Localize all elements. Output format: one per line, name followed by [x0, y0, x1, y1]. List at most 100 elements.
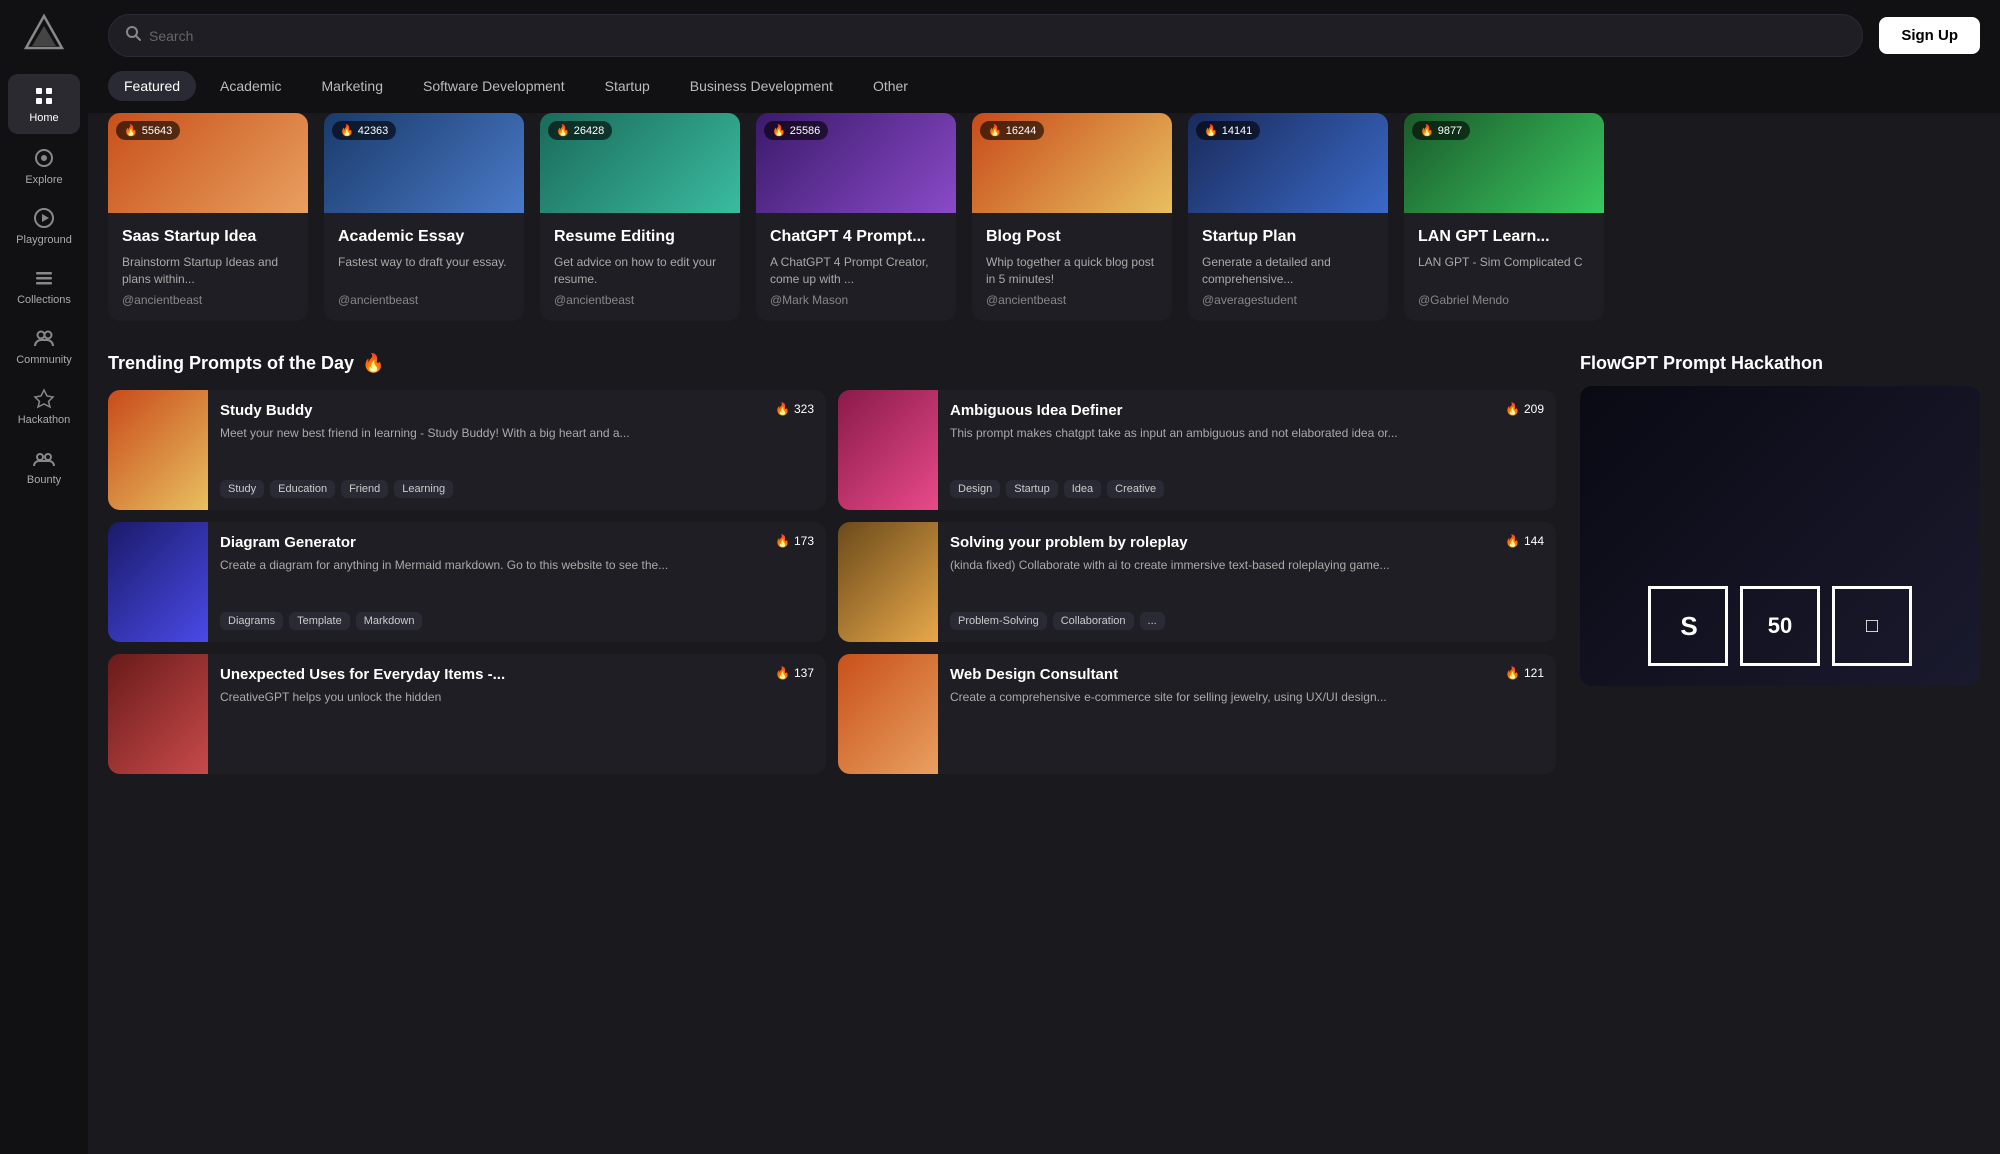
trending-card[interactable]: Unexpected Uses for Everyday Items -... …: [108, 654, 826, 774]
card-likes: 🔥 26428: [548, 121, 612, 140]
hackathon-logos: S 50 □: [1628, 566, 1932, 686]
sidebar-item-playground[interactable]: Playground: [0, 196, 88, 256]
tab-software[interactable]: Software Development: [407, 71, 581, 101]
featured-cards-container: 🔥 55643 Saas Startup Idea Brainstorm Sta…: [108, 113, 1980, 329]
sidebar-item-bounty[interactable]: Bounty: [0, 436, 88, 496]
featured-card[interactable]: 🔥 55643 Saas Startup Idea Brainstorm Sta…: [108, 113, 308, 321]
fire-icon: 🔥: [340, 124, 354, 137]
card-desc: Generate a detailed and comprehensive...: [1202, 254, 1374, 288]
trending-card-likes: 🔥 209: [1505, 402, 1544, 416]
featured-card[interactable]: 🔥 9877 LAN GPT Learn... LAN GPT - Sim Co…: [1404, 113, 1604, 321]
tag: Design: [950, 480, 1000, 498]
card-desc: A ChatGPT 4 Prompt Creator, come up with…: [770, 254, 942, 288]
featured-card[interactable]: 🔥 25586 ChatGPT 4 Prompt... A ChatGPT 4 …: [756, 113, 956, 321]
tab-startup[interactable]: Startup: [589, 71, 666, 101]
trending-card-desc: Create a diagram for anything in Mermaid…: [220, 557, 814, 574]
sidebar-community-label: Community: [16, 354, 72, 366]
card-author: @ancientbeast: [122, 293, 294, 307]
fire-icon: 🔥: [1204, 124, 1218, 137]
fire-icon: 🔥: [1505, 666, 1520, 680]
signup-button[interactable]: Sign Up: [1879, 17, 1980, 54]
fire-icon: 🔥: [1505, 534, 1520, 548]
trending-card[interactable]: Diagram Generator Create a diagram for a…: [108, 522, 826, 642]
bounty-icon: [32, 446, 56, 470]
trending-card[interactable]: Ambiguous Idea Definer This prompt makes…: [838, 390, 1556, 510]
card-title: Saas Startup Idea: [122, 227, 294, 248]
sidebar-explore-label: Explore: [25, 174, 62, 186]
card-title: Resume Editing: [554, 227, 726, 248]
sidebar-item-home[interactable]: Home: [8, 74, 80, 134]
tag: Friend: [341, 480, 388, 498]
hackathon-box[interactable]: S 50 □: [1580, 386, 1980, 686]
search-icon: [125, 25, 141, 46]
trending-card[interactable]: Solving your problem by roleplay (kinda …: [838, 522, 1556, 642]
search-input[interactable]: [149, 28, 1846, 44]
trending-card-likes: 🔥 137: [775, 666, 814, 680]
community-icon: [32, 326, 56, 350]
trending-card-desc: Create a comprehensive e-commerce site f…: [950, 689, 1544, 706]
tag: Template: [289, 612, 350, 630]
trending-emoji: 🔥: [362, 353, 384, 374]
featured-card[interactable]: 🔥 42363 Academic Essay Fastest way to dr…: [324, 113, 524, 321]
fire-icon: 🔥: [1420, 124, 1434, 137]
sidebar-item-collections[interactable]: Collections: [0, 256, 88, 316]
trending-card-title: Solving your problem by roleplay: [950, 534, 1544, 551]
trending-grid: Study Buddy Meet your new best friend in…: [108, 390, 1556, 774]
trending-card-desc: (kinda fixed) Collaborate with ai to cre…: [950, 557, 1544, 574]
sidebar-item-hackathon[interactable]: Hackathon: [0, 376, 88, 436]
trending-card-likes: 🔥 121: [1505, 666, 1544, 680]
sidebar-hackathon-label: Hackathon: [18, 414, 71, 426]
search-bar[interactable]: [108, 14, 1863, 57]
tab-other[interactable]: Other: [857, 71, 924, 101]
trending-card-title: Web Design Consultant: [950, 666, 1544, 683]
card-author: @ancientbeast: [338, 293, 510, 307]
card-likes: 🔥 55643: [116, 121, 180, 140]
trending-row: Diagram Generator Create a diagram for a…: [108, 522, 1556, 642]
card-desc: LAN GPT - Sim Complicated C: [1418, 254, 1590, 271]
sidebar-home-label: Home: [29, 112, 58, 124]
playground-icon: [32, 206, 56, 230]
collections-icon: [32, 266, 56, 290]
sidebar-bounty-label: Bounty: [27, 474, 61, 486]
tag: Diagrams: [220, 612, 283, 630]
trending-row: Unexpected Uses for Everyday Items -... …: [108, 654, 1556, 774]
sidebar-collections-label: Collections: [17, 294, 71, 306]
tag: Study: [220, 480, 264, 498]
featured-card[interactable]: 🔥 14141 Startup Plan Generate a detailed…: [1188, 113, 1388, 321]
sidebar-item-community[interactable]: Community: [0, 316, 88, 376]
trending-row: Study Buddy Meet your new best friend in…: [108, 390, 1556, 510]
featured-card[interactable]: 🔥 16244 Blog Post Whip together a quick …: [972, 113, 1172, 321]
featured-card[interactable]: 🔥 26428 Resume Editing Get advice on how…: [540, 113, 740, 321]
tag: Idea: [1064, 480, 1101, 498]
tag: Problem-Solving: [950, 612, 1047, 630]
fire-icon: 🔥: [772, 124, 786, 137]
card-likes: 🔥 9877: [1412, 121, 1470, 140]
tab-business[interactable]: Business Development: [674, 71, 849, 101]
card-title: ChatGPT 4 Prompt...: [770, 227, 942, 248]
trending-card-title: Study Buddy: [220, 402, 814, 419]
trending-section: Trending Prompts of the Day 🔥 Study Budd…: [108, 353, 1556, 774]
card-author: @Gabriel Mendo: [1418, 293, 1590, 307]
sidebar-item-explore[interactable]: Explore: [0, 136, 88, 196]
main-content: Sign Up Featured Academic Marketing Softwar…: [88, 0, 2000, 1154]
tag: Learning: [394, 480, 453, 498]
header: Sign Up: [88, 0, 2000, 71]
hackathon-logo-3: □: [1832, 586, 1912, 666]
tab-marketing[interactable]: Marketing: [306, 71, 399, 101]
trending-card-likes: 🔥 323: [775, 402, 814, 416]
logo[interactable]: [22, 12, 66, 56]
tag: Education: [270, 480, 335, 498]
tab-academic[interactable]: Academic: [204, 71, 297, 101]
card-likes: 🔥 42363: [332, 121, 396, 140]
fire-icon: 🔥: [124, 124, 138, 137]
sidebar-playground-label: Playground: [16, 234, 72, 246]
trending-card[interactable]: Web Design Consultant Create a comprehen…: [838, 654, 1556, 774]
tab-featured[interactable]: Featured: [108, 71, 196, 101]
fire-icon: 🔥: [988, 124, 1002, 137]
tag: Startup: [1006, 480, 1057, 498]
hackathon-icon: [32, 386, 56, 410]
trending-title: Trending Prompts of the Day 🔥: [108, 353, 1556, 374]
trending-card[interactable]: Study Buddy Meet your new best friend in…: [108, 390, 826, 510]
card-title: Academic Essay: [338, 227, 510, 248]
fire-icon: 🔥: [775, 534, 790, 548]
